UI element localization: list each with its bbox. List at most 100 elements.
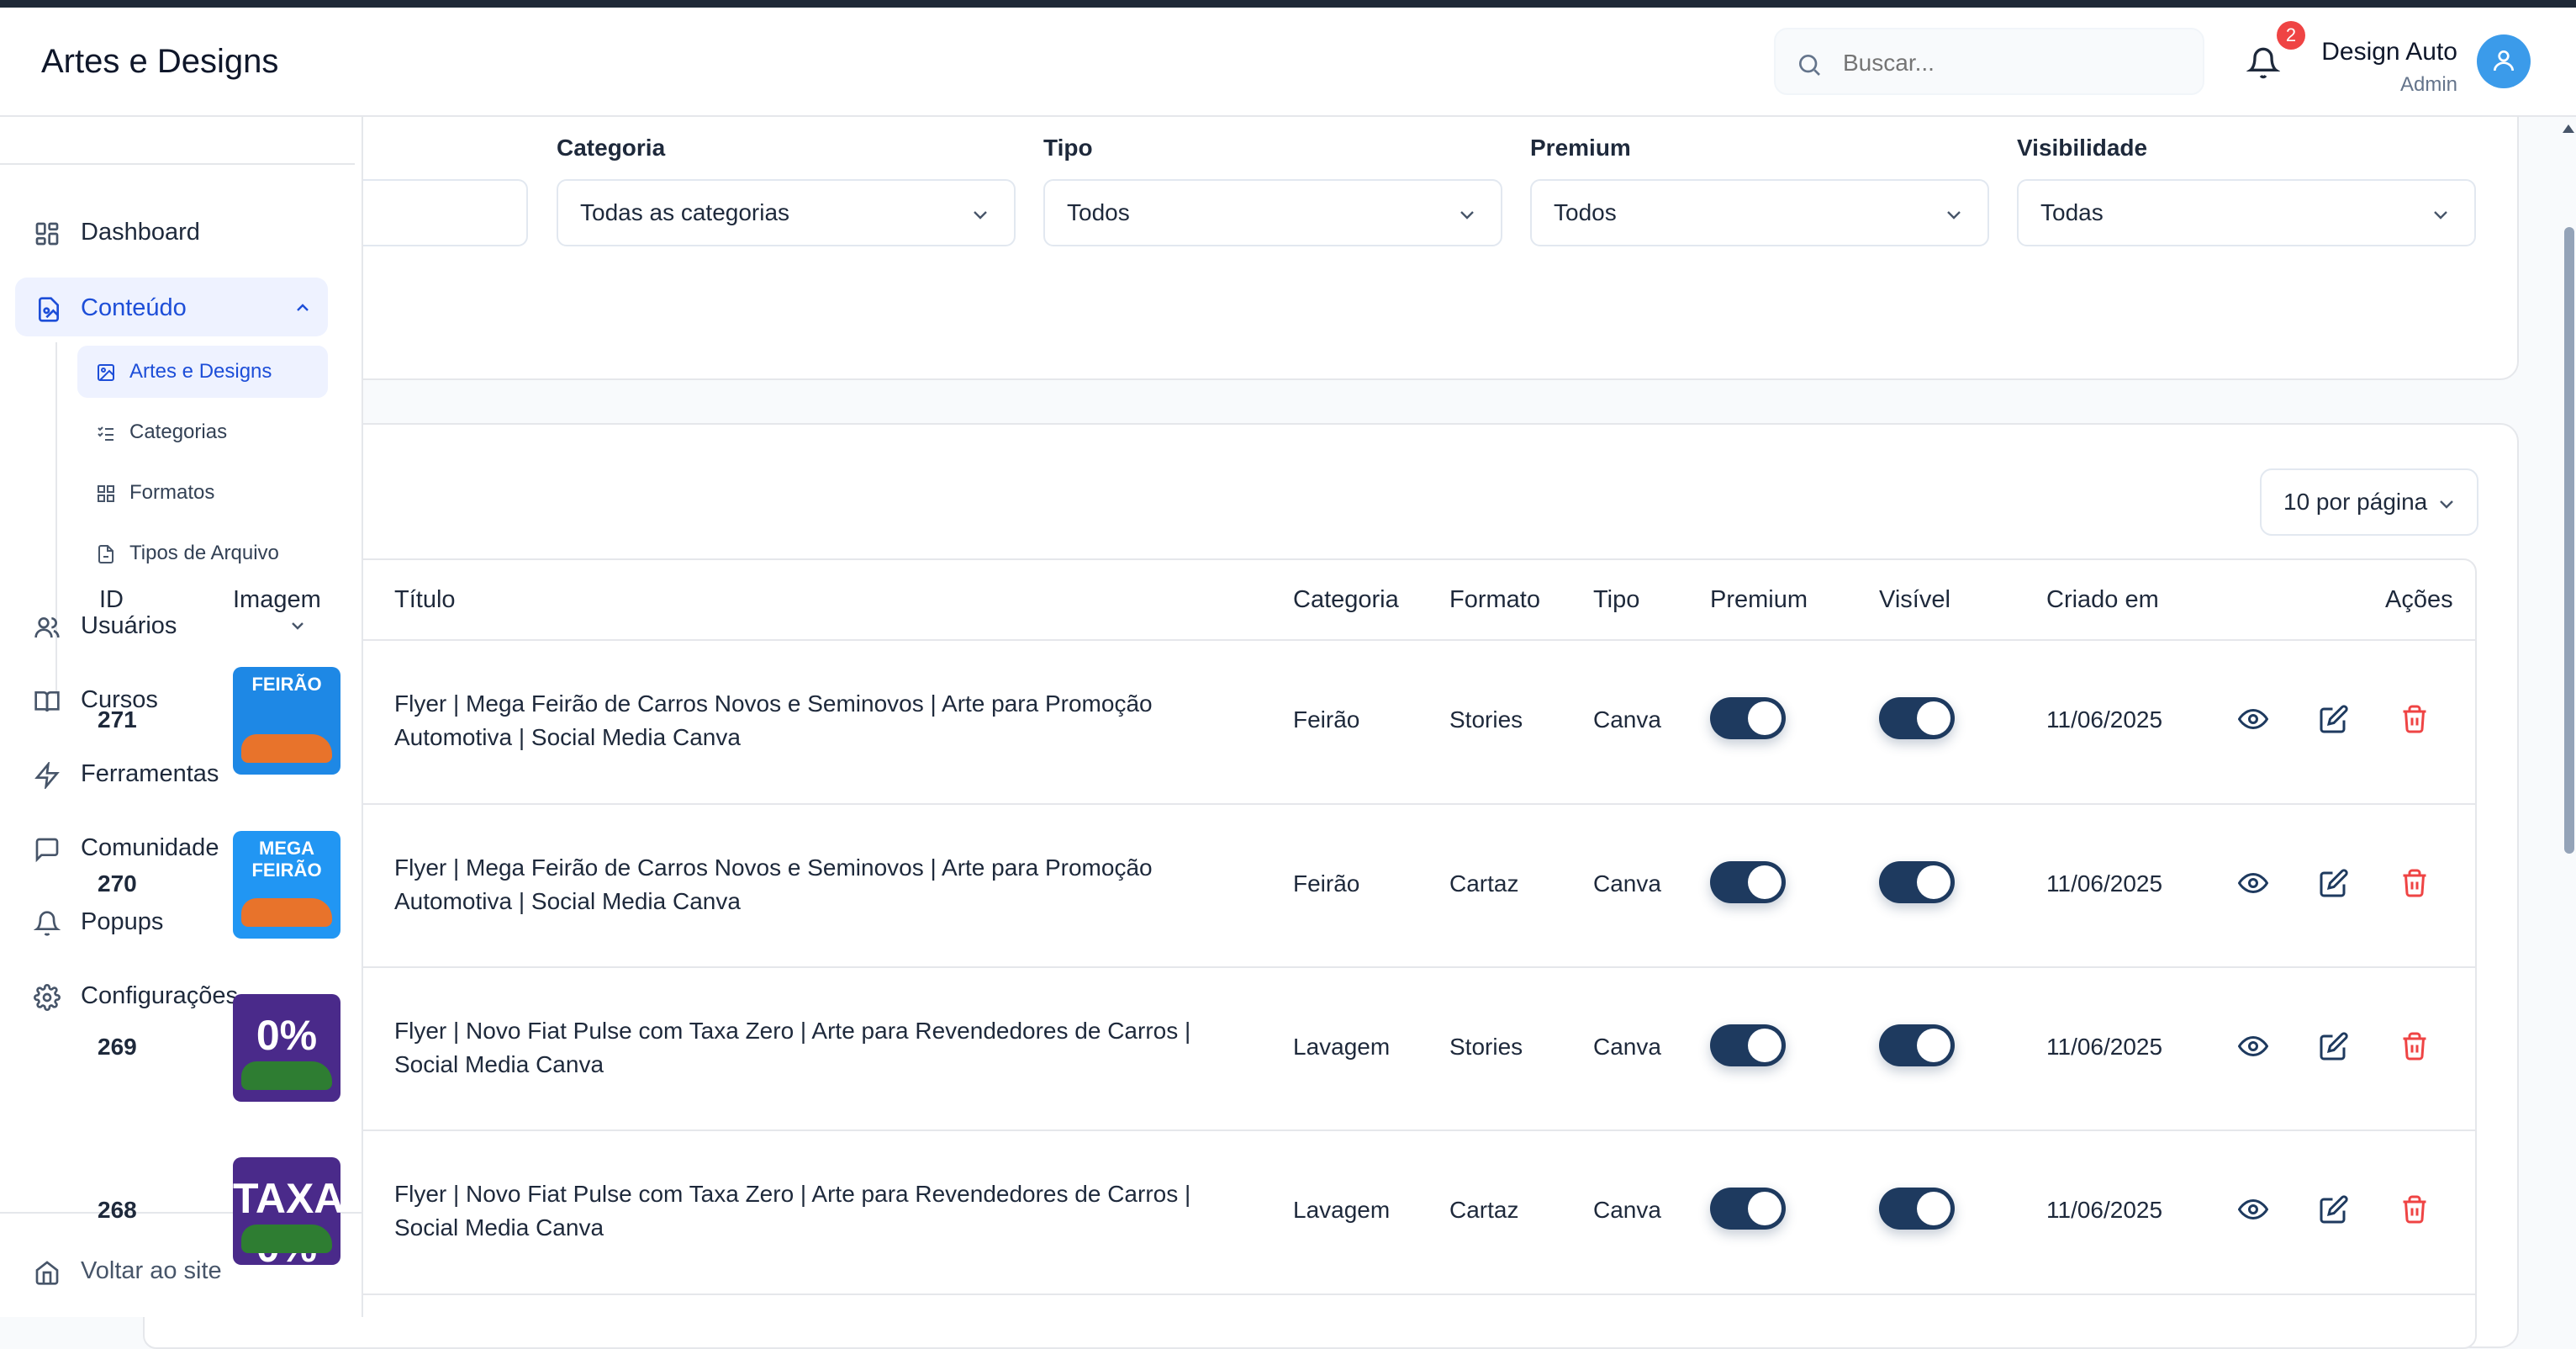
filter-label-visibilidade: Visibilidade xyxy=(2017,135,2148,161)
chevron-down-icon[interactable] xyxy=(288,616,308,636)
book-icon xyxy=(34,691,60,712)
row-formato: Stories xyxy=(1449,706,1523,733)
sidebar-subitem-formatos[interactable]: Formatos xyxy=(77,467,328,519)
chevron-down-icon xyxy=(2434,211,2447,220)
sidebar-item-label: Comunidade xyxy=(81,834,219,861)
view-icon[interactable] xyxy=(2238,1194,2268,1225)
car-shape xyxy=(241,898,332,927)
row-created-date: 11/06/2025 xyxy=(2046,870,2163,897)
premium-toggle[interactable] xyxy=(1710,861,1786,903)
filter-label-premium: Premium xyxy=(1530,135,1631,161)
tipo-select[interactable]: Todos xyxy=(1043,179,1502,246)
visible-toggle[interactable] xyxy=(1879,861,1955,903)
toggle-knob xyxy=(1917,1029,1950,1062)
premium-toggle[interactable] xyxy=(1710,1024,1786,1066)
car-shape xyxy=(241,734,332,763)
premium-select-value: Todos xyxy=(1554,199,1617,225)
th-visivel: Visível xyxy=(1879,586,1950,613)
premium-select[interactable]: Todos xyxy=(1530,179,1989,246)
row-divider xyxy=(143,1129,2477,1131)
file-icon xyxy=(98,545,113,563)
search-input[interactable] xyxy=(1843,41,2179,85)
page-title: Artes e Designs xyxy=(41,43,279,80)
visible-toggle[interactable] xyxy=(1879,697,1955,739)
delete-icon[interactable] xyxy=(2399,1031,2430,1061)
th-categoria: Categoria xyxy=(1293,586,1399,613)
row-thumbnail[interactable]: FEIRÃO xyxy=(233,667,340,775)
row-title[interactable]: Flyer | Novo Fiat Pulse com Taxa Zero | … xyxy=(394,1014,1252,1082)
edit-icon[interactable] xyxy=(2319,1031,2349,1061)
toggle-knob xyxy=(1748,1029,1782,1062)
row-categoria: Lavagem xyxy=(1293,1197,1391,1223)
delete-icon[interactable] xyxy=(2399,1194,2430,1225)
search-icon xyxy=(1799,55,1820,76)
sidebar-subitem-label: Artes e Designs xyxy=(129,360,272,383)
sidebar-subitem-categorias[interactable]: Categorias xyxy=(77,406,328,458)
th-tipo: Tipo xyxy=(1593,586,1640,613)
th-imagem-overlay: Imagem xyxy=(233,586,321,613)
per-page-select[interactable]: 10 por página xyxy=(2260,468,2478,536)
th-titulo: Título xyxy=(394,586,456,613)
toggle-knob xyxy=(1748,865,1782,899)
scrollbar-thumb[interactable] xyxy=(2564,227,2574,854)
avatar[interactable] xyxy=(2477,34,2531,88)
sidebar-subitem-label: Categorias xyxy=(129,421,228,443)
row-tipo: Canva xyxy=(1593,706,1661,733)
row-formato: Cartaz xyxy=(1449,870,1519,897)
row-title[interactable]: Flyer | Novo Fiat Pulse com Taxa Zero | … xyxy=(394,1177,1252,1245)
visible-toggle[interactable] xyxy=(1879,1188,1955,1230)
sidebar-subitem-artes[interactable]: Artes e Designs xyxy=(77,346,328,398)
chevron-up-icon[interactable] xyxy=(293,298,313,318)
view-icon[interactable] xyxy=(2238,1031,2268,1061)
th-criado-em: Criado em xyxy=(2046,586,2159,613)
notification-bell-icon[interactable] xyxy=(2246,46,2280,80)
categoria-select[interactable]: Todas as categorias xyxy=(557,179,1016,246)
sidebar-subitem-tipos-arquivo[interactable]: Tipos de Arquivo xyxy=(77,527,328,579)
premium-toggle[interactable] xyxy=(1710,1188,1786,1230)
grid-icon xyxy=(98,485,114,502)
bell-icon xyxy=(34,911,61,936)
visibilidade-select[interactable]: Todas xyxy=(2017,179,2476,246)
thumbnail-text: 0% xyxy=(256,1012,318,1059)
bolt-icon xyxy=(34,762,60,789)
row-title[interactable]: Flyer | Mega Feirão de Carros Novos e Se… xyxy=(394,687,1252,754)
chevron-down-icon xyxy=(1460,211,1474,220)
sidebar-item-conteudo[interactable]: Conteúdo xyxy=(15,278,328,336)
delete-icon[interactable] xyxy=(2399,704,2430,734)
row-thumbnail[interactable]: MEGA FEIRÃO xyxy=(233,831,340,939)
sidebar-divider xyxy=(0,163,355,165)
row-id: 269 xyxy=(98,1034,137,1060)
view-icon[interactable] xyxy=(2238,704,2268,734)
edit-icon[interactable] xyxy=(2319,704,2349,734)
row-created-date: 11/06/2025 xyxy=(2046,1197,2163,1223)
edit-icon[interactable] xyxy=(2319,868,2349,898)
row-tipo: Canva xyxy=(1593,1034,1661,1060)
sidebar-item-label: Conteúdo xyxy=(81,294,187,321)
edit-icon[interactable] xyxy=(2319,1194,2349,1225)
car-shape xyxy=(241,1061,332,1090)
row-title[interactable]: Flyer | Mega Feirão de Carros Novos e Se… xyxy=(394,851,1252,918)
top-header: Artes e Designs 2 Design Auto Admin xyxy=(0,8,2576,117)
sidebar-item-dashboard[interactable]: Dashboard xyxy=(0,202,336,261)
chevron-down-icon xyxy=(974,211,987,220)
filter-label-tipo: Tipo xyxy=(1043,135,1093,161)
row-created-date: 11/06/2025 xyxy=(2046,706,2163,733)
visible-toggle[interactable] xyxy=(1879,1024,1955,1066)
row-categoria: Feirão xyxy=(1293,706,1360,733)
chevron-down-icon xyxy=(2440,500,2453,509)
sidebar-item-label: Usuários xyxy=(81,612,177,639)
chevron-down-icon xyxy=(1947,211,1961,220)
row-thumbnail[interactable]: 0% xyxy=(233,994,340,1102)
row-formato: Stories xyxy=(1449,1034,1523,1060)
delete-icon[interactable] xyxy=(2399,868,2430,898)
scroll-up-arrow-icon[interactable] xyxy=(2561,123,2576,135)
home-icon xyxy=(35,1261,59,1285)
search-box[interactable] xyxy=(1774,28,2204,95)
content-icon xyxy=(39,297,59,322)
thumbnail-text: MEGA FEIRÃO xyxy=(251,838,322,881)
view-icon[interactable] xyxy=(2238,868,2268,898)
premium-toggle[interactable] xyxy=(1710,697,1786,739)
toggle-knob xyxy=(1748,701,1782,735)
row-thumbnail[interactable]: TAXA 0% xyxy=(233,1157,340,1265)
row-tipo: Canva xyxy=(1593,1197,1661,1223)
